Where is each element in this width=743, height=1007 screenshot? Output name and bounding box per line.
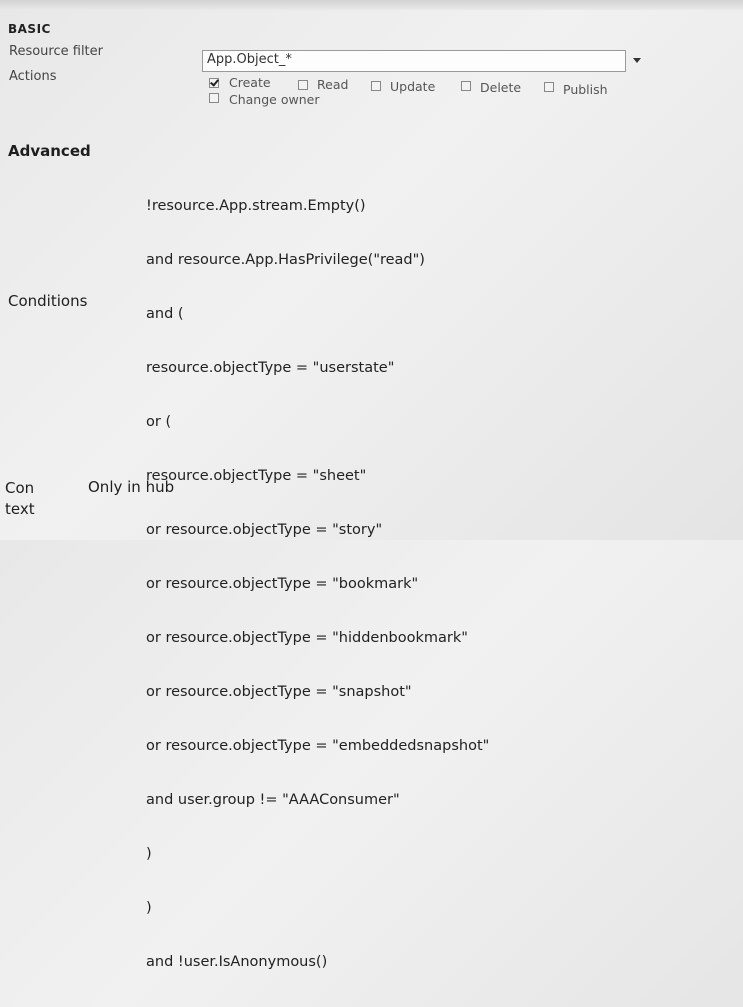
actions-label: Actions bbox=[9, 69, 57, 84]
section-heading-advanced: Advanced bbox=[8, 142, 91, 160]
context-label-line1: Con bbox=[5, 479, 35, 497]
action-label-delete: Delete bbox=[480, 80, 522, 95]
resource-filter-label: Resource filter bbox=[9, 44, 103, 59]
condition-line: and ( bbox=[146, 306, 184, 322]
context-label-line2: text bbox=[5, 500, 35, 518]
condition-line: resource.objectType = "sheet" bbox=[146, 468, 367, 484]
checkbox-create[interactable] bbox=[209, 78, 219, 88]
resource-filter-value: App.Object_* bbox=[207, 52, 292, 67]
context-label: Con text bbox=[5, 478, 57, 520]
context-value[interactable]: Only in hub bbox=[88, 478, 174, 496]
checkbox-delete[interactable] bbox=[461, 81, 471, 91]
condition-line: or resource.objectType = "bookmark" bbox=[146, 576, 419, 592]
action-label-create: Create bbox=[229, 75, 271, 90]
condition-line: and user.group != "AAAConsumer" bbox=[146, 792, 400, 808]
condition-line: !resource.App.stream.Empty() bbox=[146, 198, 366, 214]
checkbox-change-owner[interactable] bbox=[209, 93, 219, 103]
section-heading-basic: BASIC bbox=[8, 22, 51, 36]
checkbox-read[interactable] bbox=[298, 80, 308, 90]
action-label-publish: Publish bbox=[563, 82, 608, 97]
condition-line: and !user.IsAnonymous() bbox=[146, 954, 328, 970]
security-rule-editor: BASIC Resource filter App.Object_* Actio… bbox=[0, 0, 743, 970]
top-strip bbox=[0, 0, 743, 10]
condition-line: ) bbox=[146, 846, 152, 862]
action-label-read: Read bbox=[317, 77, 349, 92]
condition-line: or resource.objectType = "embeddedsnapsh… bbox=[146, 738, 490, 754]
action-label-update: Update bbox=[390, 79, 436, 94]
checkbox-publish[interactable] bbox=[544, 82, 554, 92]
condition-line: or ( bbox=[146, 414, 172, 430]
conditions-label: Conditions bbox=[8, 292, 88, 310]
condition-line: or resource.objectType = "hiddenbookmark… bbox=[146, 630, 468, 646]
conditions-textarea[interactable]: !resource.App.stream.Empty() and resourc… bbox=[146, 161, 489, 1007]
condition-line: or resource.objectType = "snapshot" bbox=[146, 684, 412, 700]
action-label-change-owner: Change owner bbox=[229, 92, 320, 107]
condition-line: ) bbox=[146, 900, 152, 916]
condition-line: or resource.objectType = "story" bbox=[146, 522, 383, 538]
dropdown-arrow-icon[interactable] bbox=[633, 58, 641, 63]
condition-line: resource.objectType = "userstate" bbox=[146, 360, 395, 376]
resource-filter-input[interactable]: App.Object_* bbox=[202, 50, 626, 72]
checkbox-update[interactable] bbox=[371, 81, 381, 91]
condition-line: and resource.App.HasPrivilege("read") bbox=[146, 252, 425, 268]
